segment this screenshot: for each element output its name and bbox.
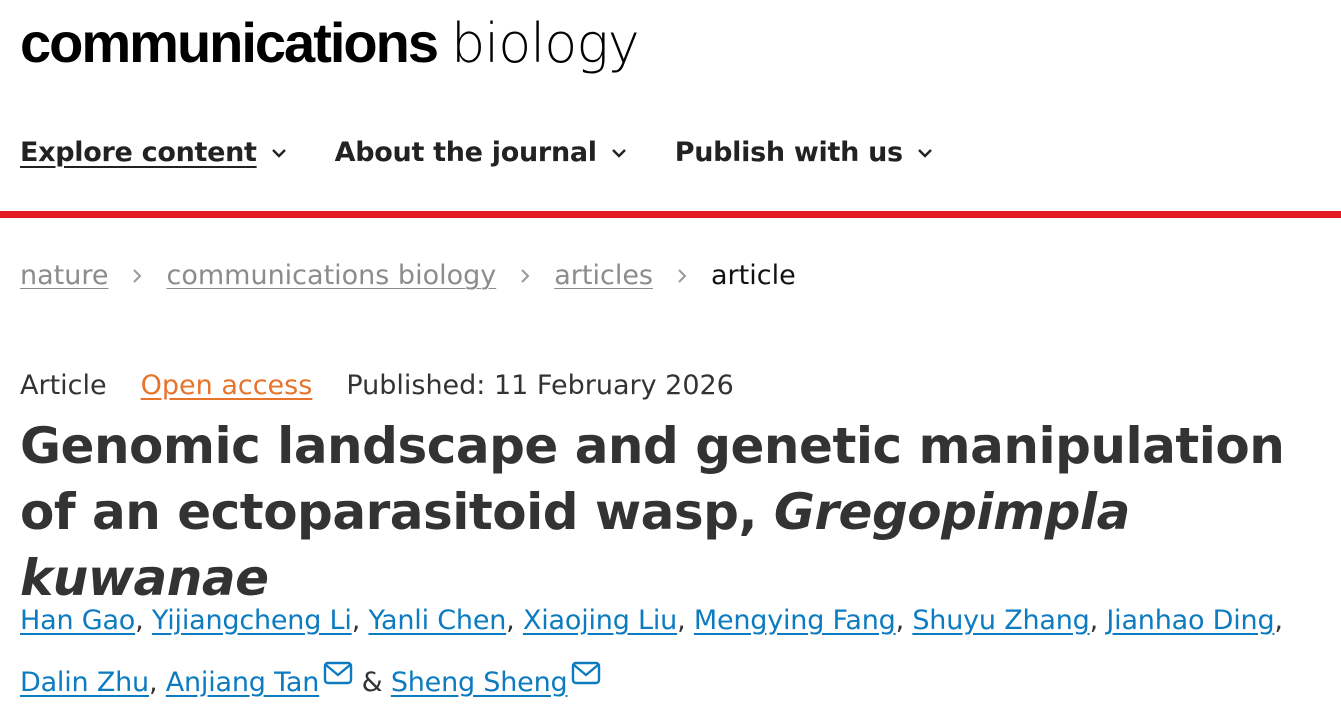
chevron-right-icon bbox=[521, 268, 530, 283]
chevron-down-icon bbox=[611, 148, 626, 158]
mail-icon[interactable] bbox=[571, 661, 601, 685]
breadcrumb: nature communications biology articles a… bbox=[20, 260, 796, 291]
author-link[interactable]: Yijiangcheng Li bbox=[152, 605, 352, 636]
author-link[interactable]: Xiaojing Liu bbox=[523, 605, 677, 636]
article-type: Article bbox=[20, 370, 107, 401]
breadcrumb-communications-biology[interactable]: communications biology bbox=[166, 260, 496, 291]
author-link[interactable]: Dalin Zhu bbox=[20, 667, 149, 698]
nav-explore-content-label: Explore content bbox=[20, 137, 257, 168]
nav-about-journal[interactable]: About the journal bbox=[335, 137, 627, 168]
mail-icon[interactable] bbox=[323, 661, 353, 685]
nav-explore-content[interactable]: Explore content bbox=[20, 137, 287, 168]
author-link[interactable]: Sheng Sheng bbox=[391, 667, 568, 698]
journal-logo[interactable]: communications biology bbox=[20, 10, 640, 75]
author-link[interactable]: Anjiang Tan bbox=[166, 667, 320, 698]
chevron-right-icon bbox=[133, 268, 142, 283]
accent-divider bbox=[0, 211, 1341, 218]
nav-about-journal-label: About the journal bbox=[334, 137, 597, 168]
author-link[interactable]: Shuyu Zhang bbox=[912, 605, 1089, 636]
breadcrumb-current: article bbox=[711, 260, 796, 291]
logo-light-text: biology bbox=[450, 12, 640, 75]
article-meta: Article Open access Published: 11 Februa… bbox=[20, 370, 734, 401]
author-list: Han Gao, Yijiangcheng Li, Yanli Chen, Xi… bbox=[20, 605, 1283, 698]
chevron-right-icon bbox=[678, 268, 687, 283]
open-access-link[interactable]: Open access bbox=[141, 370, 313, 401]
author-link[interactable]: Han Gao bbox=[20, 605, 135, 636]
nav-publish-with-us-label: Publish with us bbox=[674, 137, 903, 168]
published-date: Published: 11 February 2026 bbox=[346, 370, 734, 401]
article-title: Genomic landscape and genetic manipulati… bbox=[20, 413, 1330, 611]
chevron-down-icon bbox=[271, 148, 286, 158]
author-link[interactable]: Jianhao Ding bbox=[1106, 605, 1274, 636]
breadcrumb-articles[interactable]: articles bbox=[554, 260, 653, 291]
breadcrumb-nature[interactable]: nature bbox=[20, 260, 108, 291]
main-nav: Explore content About the journal Publis… bbox=[20, 137, 981, 168]
author-link[interactable]: Mengying Fang bbox=[694, 605, 896, 636]
logo-bold-text: communications bbox=[20, 11, 439, 74]
author-link[interactable]: Yanli Chen bbox=[368, 605, 506, 636]
nav-publish-with-us[interactable]: Publish with us bbox=[675, 137, 933, 168]
chevron-down-icon bbox=[917, 148, 932, 158]
